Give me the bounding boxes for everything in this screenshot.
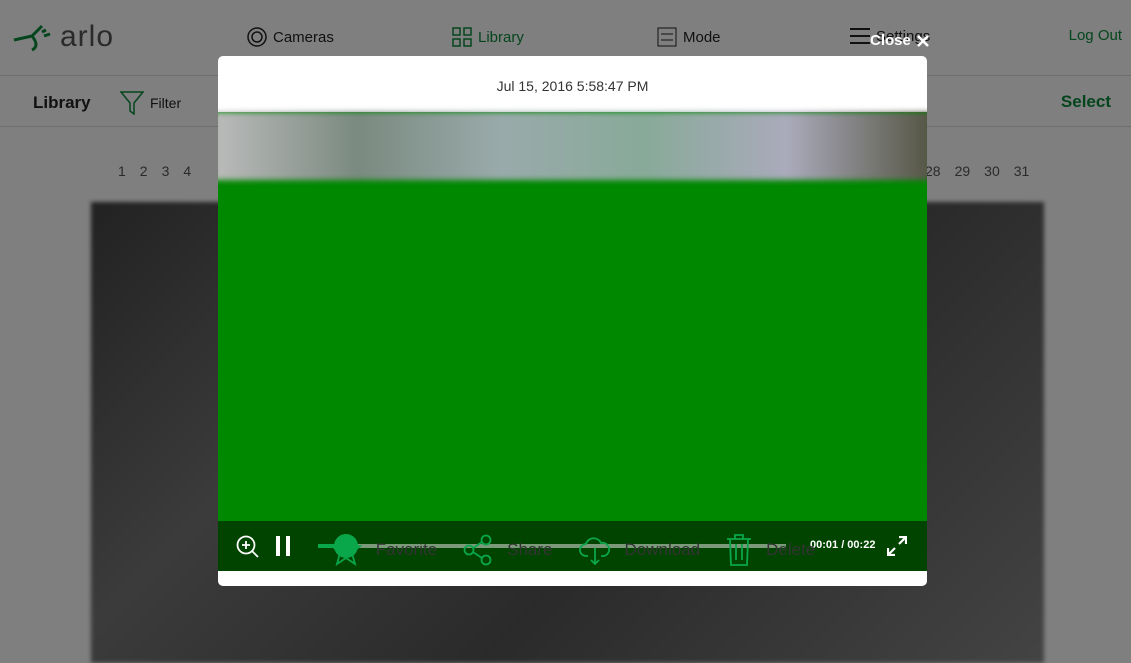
action-bar: Favorite Share Download Delete: [218, 534, 927, 566]
video-player[interactable]: 00:01 / 00:22: [218, 112, 927, 571]
share-label: Share: [507, 540, 553, 559]
close-icon: [916, 34, 929, 47]
trash-icon: [727, 534, 752, 566]
video-modal: Jul 15, 2016 5:58:47 PM 00:01 / 00:22 Fa…: [218, 56, 927, 586]
share-button[interactable]: Share: [463, 534, 553, 566]
delete-button[interactable]: Delete: [726, 534, 815, 566]
close-button[interactable]: Close: [870, 32, 929, 49]
favorite-button[interactable]: Favorite: [329, 534, 438, 566]
recording-date: Jul 15, 2016 5:58:47 PM: [496, 78, 649, 94]
download-label: Download: [624, 540, 701, 559]
close-label: Close: [870, 32, 911, 49]
share-icon: [463, 534, 492, 566]
star-icon: [329, 534, 362, 566]
video-frame: [218, 112, 927, 180]
favorite-label: Favorite: [375, 540, 438, 559]
download-button[interactable]: Download: [578, 534, 701, 566]
delete-label: Delete: [766, 540, 816, 559]
cloud-download-icon: [578, 537, 610, 566]
